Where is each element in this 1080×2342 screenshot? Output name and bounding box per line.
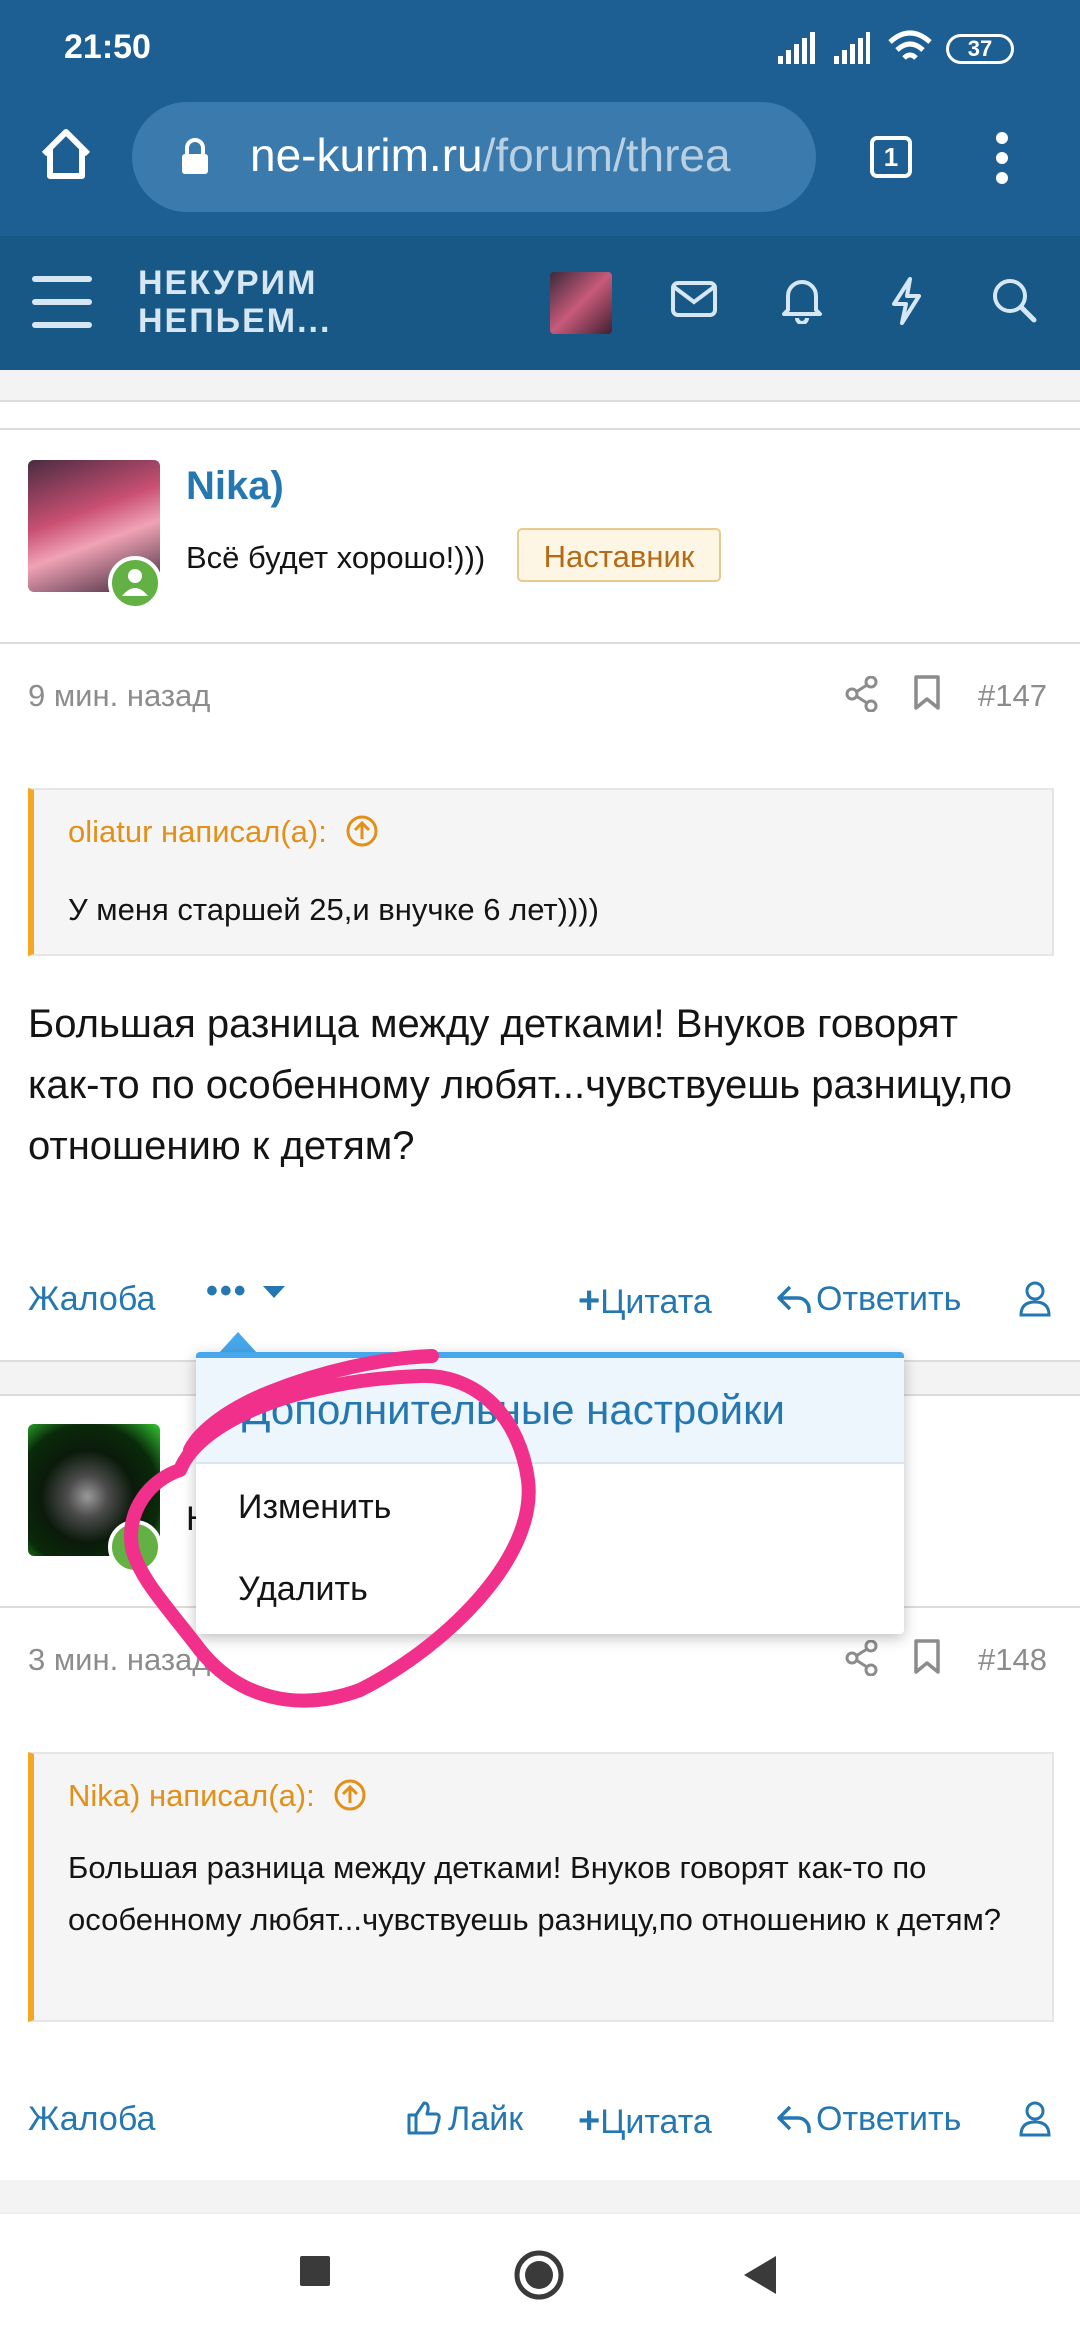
- logo-line-1: НЕКУРИМ: [138, 264, 318, 302]
- quote-author-text: oliatur написал(а):: [68, 814, 327, 849]
- post-number[interactable]: #148: [978, 1642, 1047, 1678]
- lightning-icon[interactable]: [886, 276, 926, 326]
- url-text[interactable]: ne-kurim.ru/forum/threa: [250, 128, 790, 182]
- quote-author[interactable]: Nika) написал(а):: [68, 1778, 367, 1814]
- post-time[interactable]: 9 мин. назад: [28, 678, 210, 714]
- reply-icon: [777, 2105, 811, 2133]
- arrow-up-circle-icon[interactable]: [333, 1778, 367, 1812]
- more-vertical-icon[interactable]: [994, 130, 1010, 186]
- share-icon[interactable]: [845, 676, 879, 712]
- quote-label: Цитата: [600, 2103, 712, 2141]
- reply-button[interactable]: Ответить: [776, 1280, 961, 1319]
- bookmark-icon[interactable]: [912, 674, 942, 712]
- system-nav-bar: [0, 2212, 1080, 2342]
- divider: [0, 642, 1080, 644]
- report-link[interactable]: Жалоба: [28, 1280, 155, 1319]
- logo-line-2: НЕПЬЕМ...: [138, 302, 332, 340]
- menu-header: Дополнительные настройки: [196, 1358, 904, 1464]
- wifi-icon: [888, 30, 932, 60]
- separator: [0, 428, 1080, 430]
- post-number[interactable]: #147: [978, 678, 1047, 714]
- signal-icon: [778, 32, 870, 64]
- quote-text: У меня старшей 25,и внучке 6 лет)))): [68, 892, 599, 927]
- thumbs-up-icon: [407, 2101, 441, 2135]
- menu-pointer: [218, 1332, 258, 1354]
- url-path: /forum/threa: [482, 129, 731, 181]
- arrow-up-circle-icon[interactable]: [345, 814, 379, 848]
- like-label: Лайк: [448, 2100, 524, 2138]
- quote-text: Большая разница между детками! Внуков го…: [68, 1850, 1002, 1937]
- quote-author[interactable]: oliatur написал(а):: [68, 814, 379, 850]
- bookmark-icon[interactable]: [912, 1638, 942, 1676]
- mail-icon[interactable]: [670, 280, 718, 320]
- share-icon[interactable]: [845, 1640, 879, 1676]
- menu-icon[interactable]: [32, 274, 92, 330]
- user-icon[interactable]: [1018, 1280, 1052, 1318]
- home-icon[interactable]: [38, 126, 94, 182]
- more-options-button[interactable]: •••: [206, 1272, 286, 1311]
- plus-icon: +: [578, 2100, 601, 2142]
- reply-label: Ответить: [816, 2100, 962, 2138]
- reply-icon: [777, 1285, 811, 1313]
- online-status-icon: [108, 556, 162, 610]
- recents-icon[interactable]: [300, 2256, 330, 2286]
- battery-icon: 37: [946, 34, 1014, 64]
- quote-button[interactable]: +Цитата: [578, 2100, 712, 2143]
- post-username[interactable]: Nika): [186, 464, 284, 509]
- quote-block: Nika) написал(а): Большая разница между …: [28, 1752, 1054, 2022]
- reply-button[interactable]: Ответить: [776, 2100, 961, 2139]
- menu-title: Дополнительные настройки: [242, 1386, 785, 1433]
- home-nav-icon[interactable]: [512, 2248, 566, 2302]
- menu-item-delete[interactable]: Удалить: [238, 1570, 368, 1609]
- user-badge: Наставник: [517, 528, 721, 582]
- quote-label: Цитата: [600, 1283, 712, 1321]
- user-avatar[interactable]: [550, 272, 612, 334]
- tabs-button[interactable]: 1: [870, 136, 912, 178]
- separator: [0, 2180, 1080, 2212]
- search-icon[interactable]: [990, 276, 1038, 324]
- separator: [0, 400, 1080, 402]
- chevron-down-icon: [263, 1286, 286, 1298]
- site-logo[interactable]: НЕКУРИМ НЕПЬЕМ...: [138, 264, 331, 340]
- user-icon[interactable]: [1018, 2100, 1052, 2138]
- menu-item-edit[interactable]: Изменить: [238, 1488, 391, 1527]
- separator: [0, 370, 1080, 400]
- more-options-menu: Дополнительные настройки Изменить Удалит…: [196, 1352, 904, 1634]
- status-bar: 21:50 37: [0, 0, 1080, 90]
- quote-button[interactable]: +Цитата: [578, 1280, 712, 1323]
- report-link[interactable]: Жалоба: [28, 2100, 155, 2139]
- post-time[interactable]: 3 мин. назад: [28, 1642, 210, 1678]
- quote-block: oliatur написал(а): У меня старшей 25,и …: [28, 788, 1054, 956]
- back-icon[interactable]: [740, 2254, 780, 2296]
- more-dots: •••: [206, 1272, 248, 1310]
- url-domain: ne-kurim.ru: [250, 129, 483, 181]
- status-time: 21:50: [64, 28, 151, 66]
- quote-author-text: Nika) написал(а):: [68, 1778, 315, 1813]
- post-user-title: Всё будет хорошо!))): [186, 540, 486, 575]
- bell-icon[interactable]: [780, 276, 824, 324]
- like-button[interactable]: Лайк: [406, 2100, 523, 2139]
- lock-icon: [182, 138, 208, 174]
- post-body: Большая разница между детками! Внуков го…: [28, 1002, 1013, 1168]
- reply-label: Ответить: [816, 1280, 962, 1318]
- plus-icon: +: [578, 1280, 601, 1322]
- online-status-icon: [108, 1520, 162, 1574]
